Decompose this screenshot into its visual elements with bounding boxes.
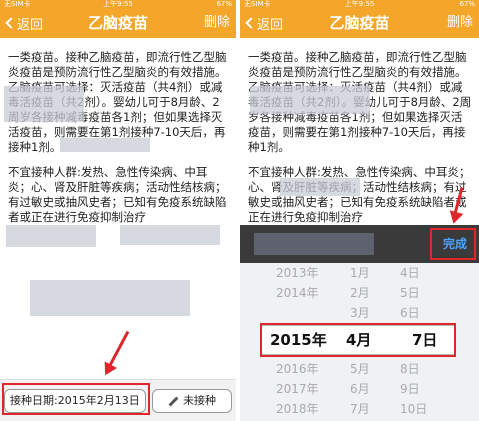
picker-month: 5月 <box>350 362 370 376</box>
battery-label: 67% <box>216 0 232 8</box>
carrier-label: 无SIM卡 <box>244 0 271 8</box>
delete-button[interactable]: 删除 <box>447 8 473 38</box>
blur-mask <box>6 225 96 247</box>
pencil-icon <box>168 396 179 406</box>
status-time: 上午9:55 <box>103 0 133 8</box>
highlight-box <box>260 323 456 357</box>
picker-year: 2016年 <box>276 362 319 376</box>
picker-row[interactable]: 2018年 7月 10日 <box>240 399 479 419</box>
page-title: 乙脑疫苗 <box>329 14 390 32</box>
picker-year: 2013年 <box>276 266 319 280</box>
picker-month: 6月 <box>350 382 370 396</box>
blur-mask <box>4 86 84 122</box>
blur-mask <box>120 225 220 245</box>
left-screen: 无SIM卡 上午9:55 67% 返回 乙脑疫苗 删除 一类疫苗。接种乙脑疫苗，… <box>0 0 236 421</box>
picker-day: 5日 <box>400 286 420 300</box>
blur-mask <box>250 86 370 114</box>
highlight-box <box>2 383 150 415</box>
picker-day: 6日 <box>400 306 420 320</box>
picker-month: 1月 <box>350 266 370 280</box>
page-title: 乙脑疫苗 <box>87 14 148 32</box>
date-picker[interactable]: 2013年 1月 4日 2014年 2月 5日 3月 6日 2015年 4月 7… <box>240 263 479 421</box>
carrier-label: 无SIM卡 <box>4 0 31 8</box>
delete-button[interactable]: 删除 <box>204 8 230 38</box>
picker-day: 10日 <box>400 402 428 416</box>
contraindications-paragraph: 不宜接种人群:发热、急性传染病、中耳炎；心、肾及肝脏等疾病；活动性结核病；有过敏… <box>8 165 227 224</box>
picker-day: 8日 <box>400 362 420 376</box>
picker-year: 2018年 <box>276 402 319 416</box>
picker-day: 9日 <box>400 382 420 396</box>
picker-row[interactable]: 2014年 2月 5日 <box>240 283 479 303</box>
highlight-box <box>430 228 476 260</box>
right-screen: 无SIM卡 上午9:55 67% 返回 乙脑疫苗 删除 一类疫苗。接种乙脑疫苗，… <box>240 0 479 421</box>
unvaccinated-label: 未接种 <box>183 394 216 407</box>
picker-month: 2月 <box>350 286 370 300</box>
picker-row[interactable]: 2016年 5月 8日 <box>240 359 479 379</box>
picker-year: 2017年 <box>276 382 319 396</box>
picker-year: 2014年 <box>276 286 319 300</box>
nav-bar: 返回 乙脑疫苗 删除 <box>0 8 236 38</box>
blur-mask <box>60 138 150 152</box>
blur-mask <box>30 280 190 316</box>
unvaccinated-button[interactable]: 未接种 <box>152 389 232 413</box>
status-time: 上午9:55 <box>344 0 375 8</box>
battery-label: 67% <box>459 0 475 8</box>
nav-bar: 返回 乙脑疫苗 删除 <box>240 8 479 38</box>
picker-row[interactable]: 3月 6日 <box>240 303 479 323</box>
picker-row[interactable]: 2013年 1月 4日 <box>240 263 479 283</box>
picker-month: 7月 <box>350 402 370 416</box>
status-bar: 无SIM卡 上午9:55 67% <box>0 0 236 8</box>
status-bar: 无SIM卡 上午9:55 67% <box>240 0 479 8</box>
blur-mask <box>280 178 360 196</box>
blur-mask <box>254 233 374 255</box>
picker-month: 3月 <box>350 306 370 320</box>
picker-row[interactable]: 2017年 6月 9日 <box>240 379 479 399</box>
picker-day: 4日 <box>400 266 420 280</box>
